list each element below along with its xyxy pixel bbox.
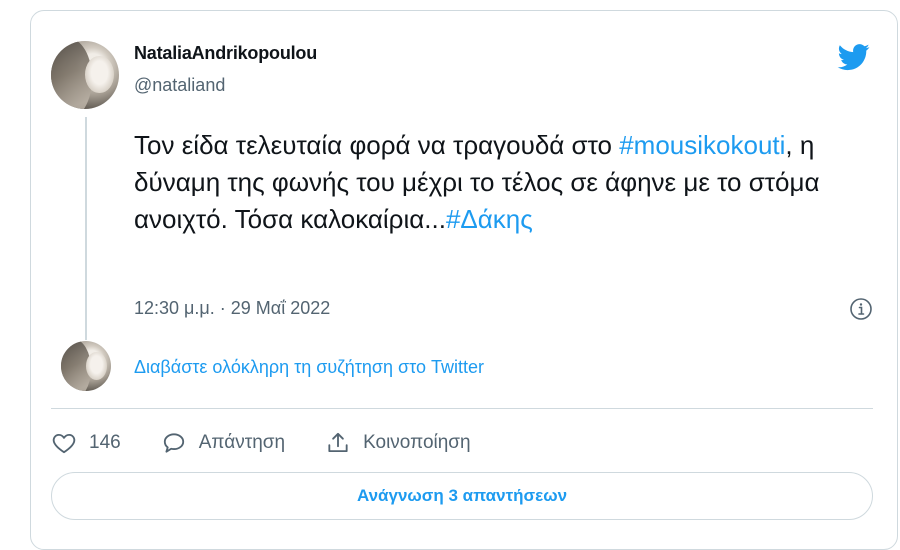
- reply-label: Απάντηση: [198, 432, 286, 453]
- tweet-timestamp[interactable]: 12:30 μ.μ. · 29 Μαΐ 2022: [134, 298, 330, 319]
- author-handle[interactable]: @nataliand: [134, 75, 225, 96]
- share-button[interactable]: Κοινοποίηση: [325, 430, 471, 456]
- tweet-card: NataliaAndrikopoulou @nataliand Τον είδα…: [30, 10, 898, 550]
- twitter-bird-icon[interactable]: [835, 41, 873, 73]
- tweet-text-part1: Τον είδα τελευταία φορά να τραγουδά στο: [134, 130, 620, 160]
- divider: [51, 408, 873, 409]
- info-circle-icon[interactable]: [849, 297, 873, 321]
- hashtag-link-mousikokouti[interactable]: #mousikokouti: [619, 130, 785, 160]
- read-thread-link[interactable]: Διαβάστε ολόκληρη τη συζήτηση στο Twitte…: [134, 357, 484, 378]
- share-upload-icon: [328, 432, 348, 453]
- share-label: Κοινοποίηση: [363, 432, 471, 453]
- action-bar: 146 Απάντηση Κοινοποίηση: [51, 428, 511, 458]
- tweet-text: Τον είδα τελευταία φορά να τραγουδά στο …: [134, 127, 879, 238]
- speech-bubble-icon: [163, 433, 184, 453]
- reply-button[interactable]: Απάντηση: [161, 430, 285, 456]
- thread-line: [85, 117, 87, 340]
- author-name[interactable]: NataliaAndrikopoulou: [134, 43, 317, 64]
- thread-avatar[interactable]: [61, 341, 111, 391]
- author-avatar[interactable]: [51, 41, 119, 109]
- like-button[interactable]: 146: [51, 430, 121, 456]
- read-replies-button[interactable]: Ανάγνωση 3 απαντήσεων: [51, 472, 873, 520]
- heart-icon: [52, 433, 76, 454]
- hashtag-link-dakis[interactable]: #Δάκης: [446, 204, 533, 234]
- like-count: 146: [89, 432, 121, 453]
